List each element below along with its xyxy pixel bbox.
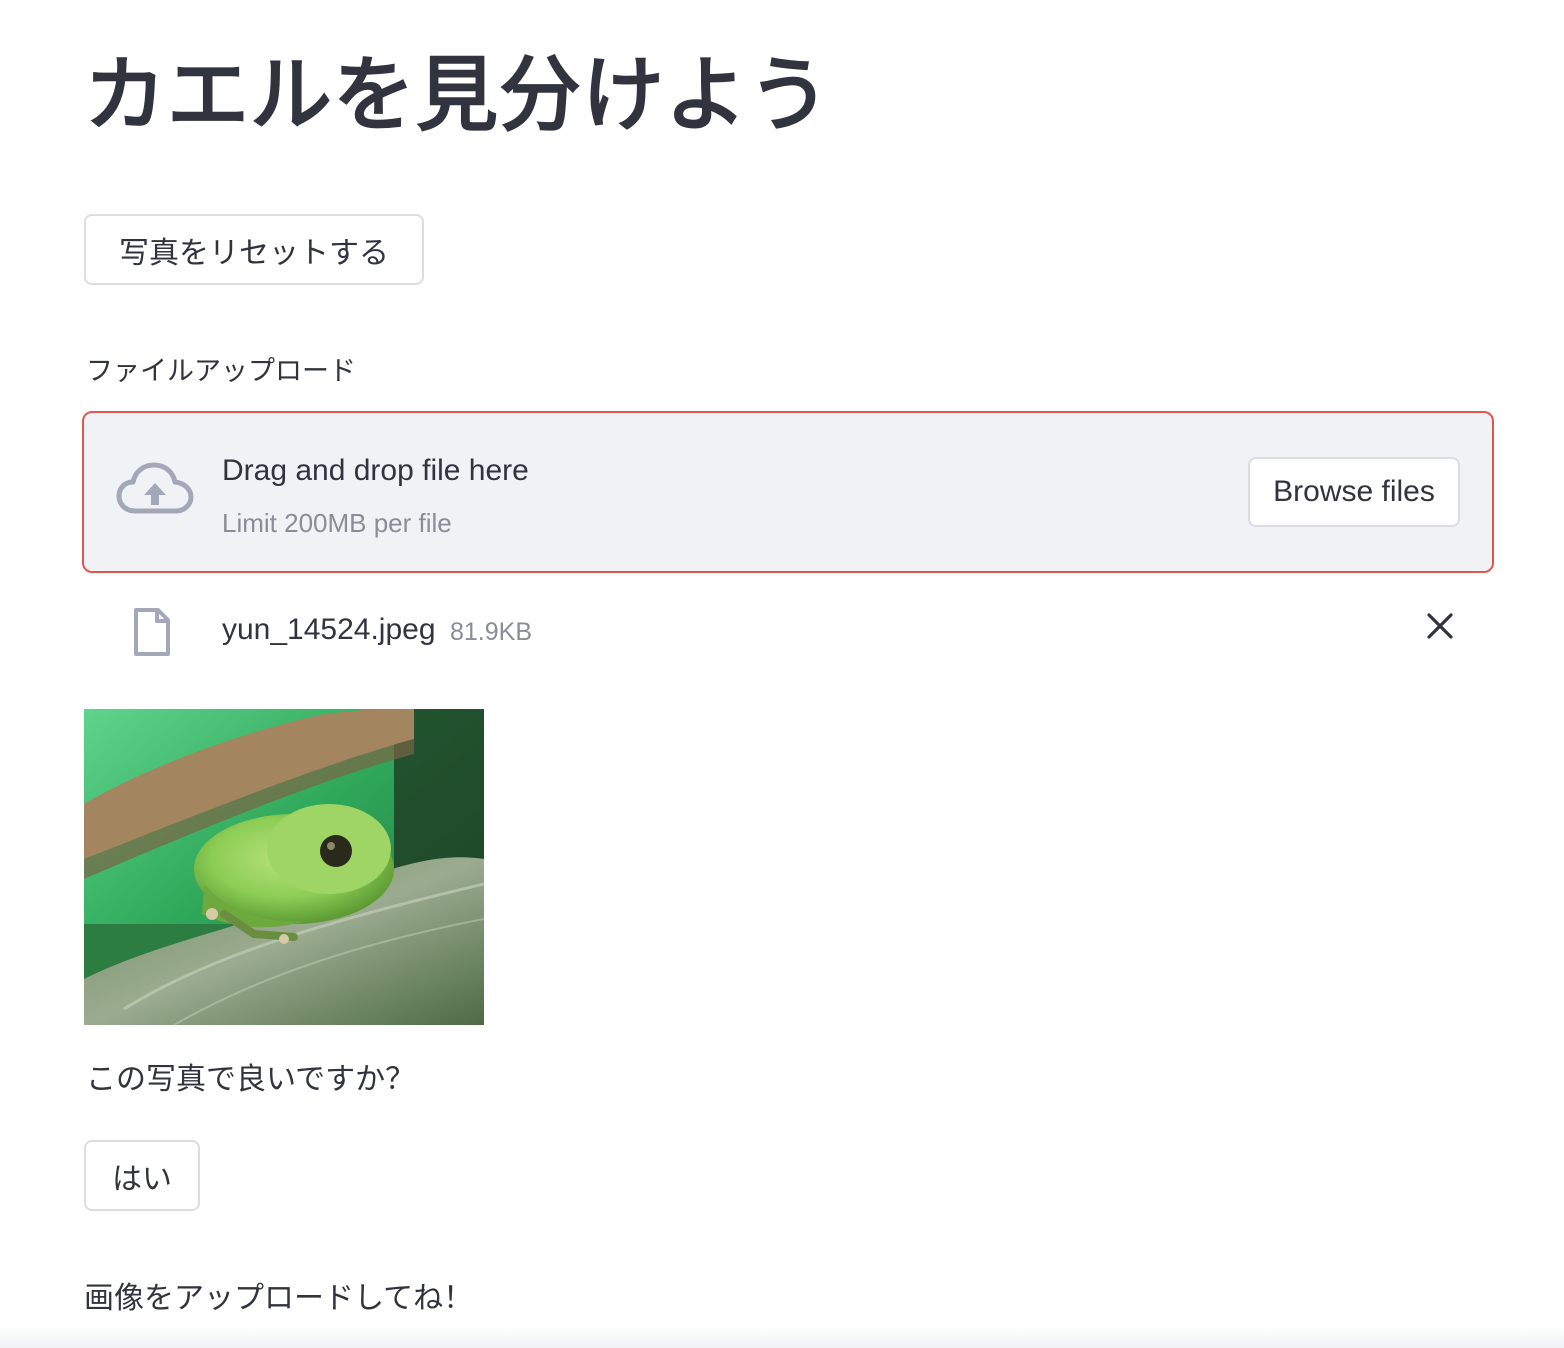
reset-photo-button[interactable]: 写真をリセットする <box>84 214 424 285</box>
close-icon[interactable] <box>1424 610 1456 642</box>
bottom-divider <box>0 1326 1564 1348</box>
dropzone-title: Drag and drop file here <box>222 454 529 487</box>
browse-files-button[interactable]: Browse files <box>1248 457 1460 527</box>
dropzone-limit-text: Limit 200MB per file <box>222 508 452 538</box>
confirm-question: この写真で良いですか？ <box>86 1062 416 1097</box>
uploaded-file-row: yun_14524.jpeg 81.9KB <box>84 598 1494 662</box>
frog-photo <box>84 709 484 1025</box>
cloud-upload-icon <box>116 462 194 514</box>
page-title: カエルを見分けよう <box>84 48 832 143</box>
uploaded-file-size: 81.9KB <box>450 618 533 646</box>
file-dropzone[interactable]: Drag and drop file here Limit 200MB per … <box>82 411 1494 573</box>
file-upload-label: ファイルアップロード <box>86 356 356 387</box>
file-icon <box>134 608 170 656</box>
uploaded-file-name: yun_14524.jpeg <box>222 613 436 646</box>
yes-button[interactable]: はい <box>84 1140 200 1211</box>
upload-instruction: 画像をアップロードしてね！ <box>84 1281 474 1316</box>
